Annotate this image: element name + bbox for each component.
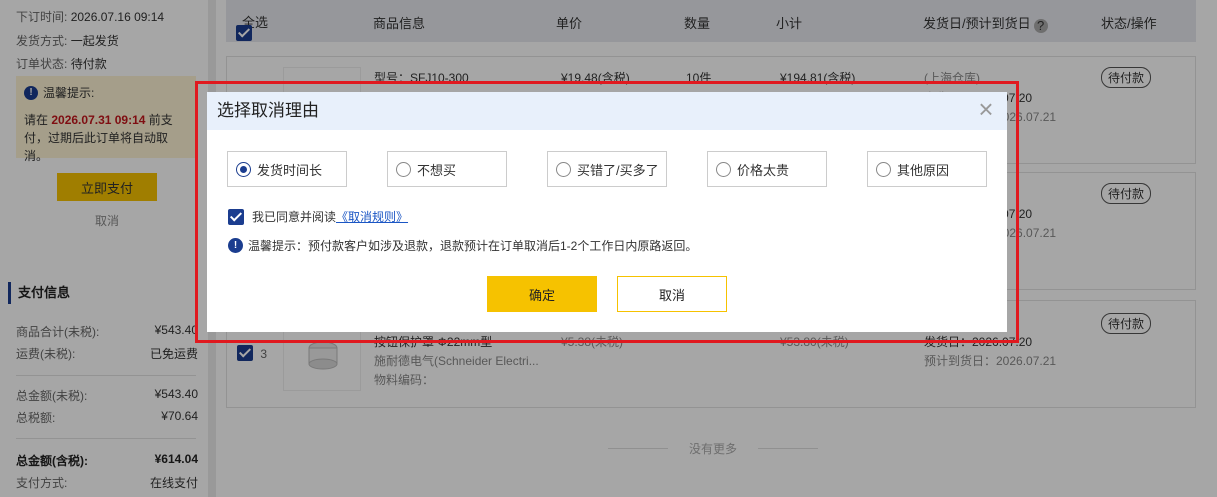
refund-tip: ! 温馨提示：预付款客户如涉及退款，退款预计在订单取消后1-2个工作日内原路返回… — [228, 237, 697, 254]
agree-checkbox[interactable] — [228, 208, 244, 225]
reason-label: 不想买 — [417, 162, 457, 178]
reason-label: 价格太贵 — [737, 162, 790, 178]
radio-icon[interactable] — [716, 161, 731, 177]
radio-icon[interactable] — [556, 161, 571, 177]
refund-tip-text: 温馨提示：预付款客户如涉及退款，退款预计在订单取消后1-2个工作日内原路返回。 — [248, 239, 698, 253]
reason-label: 其他原因 — [897, 162, 950, 178]
confirm-button[interactable]: 确定 — [487, 276, 597, 312]
reason-option-too-expensive[interactable]: 价格太贵 — [707, 151, 827, 187]
info-icon: ! — [228, 238, 243, 253]
dialog-header: 选择取消理由 × — [207, 92, 1007, 130]
cancel-rules-link[interactable]: 《取消规则》 — [336, 208, 408, 225]
reason-label: 发货时间长 — [257, 162, 323, 178]
dialog-title: 选择取消理由 — [217, 101, 319, 120]
close-icon[interactable]: × — [975, 96, 997, 122]
cancel-button[interactable]: 取消 — [617, 276, 727, 312]
radio-icon[interactable] — [396, 161, 411, 177]
agree-text: 我已同意并阅读 — [252, 210, 337, 224]
reason-option-dont-want[interactable]: 不想买 — [387, 151, 507, 187]
reason-label: 买错了/买多了 — [577, 162, 659, 178]
reason-option-wrong-purchase[interactable]: 买错了/买多了 — [547, 151, 667, 187]
cancel-reason-dialog: 选择取消理由 × 发货时间长 不想买 买错了/买多了 价格太贵 其他原因 我已同… — [207, 92, 1007, 332]
reason-option-ship-time[interactable]: 发货时间长 — [227, 151, 347, 187]
radio-icon[interactable] — [876, 161, 891, 177]
radio-selected-icon[interactable] — [236, 161, 251, 177]
reason-option-other[interactable]: 其他原因 — [867, 151, 987, 187]
agree-rules-row: 我已同意并阅读 《取消规则》 — [228, 208, 408, 225]
